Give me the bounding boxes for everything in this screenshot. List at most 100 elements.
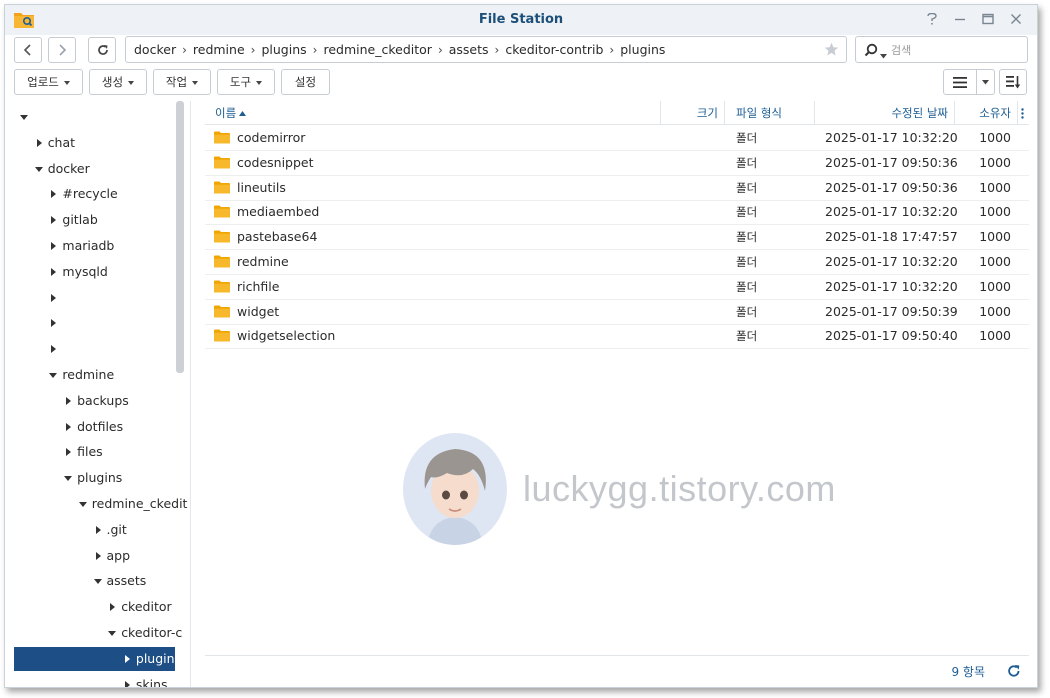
tree-item[interactable]: skins	[5, 673, 175, 688]
file-modified: 2025-01-17 10:32:20	[825, 130, 958, 145]
collapse-chevron-right-icon[interactable]	[122, 673, 132, 687]
column-options-icon[interactable]	[1018, 101, 1029, 125]
tree-item[interactable]: #recycle	[5, 182, 175, 206]
table-row[interactable]: richfile 폴더 2025-01-17 10:32:20 1000	[205, 275, 1029, 300]
file-station-window: File Station docker › redmine › plugins › r…	[4, 4, 1038, 688]
breadcrumb-item[interactable]: redmine_ckeditor	[323, 42, 431, 57]
refresh-icon[interactable]	[1007, 664, 1021, 681]
tree-item[interactable]	[5, 311, 175, 335]
expand-chevron-down-icon[interactable]	[48, 363, 58, 387]
tree-item[interactable]: mysqld	[5, 260, 175, 284]
column-header-owner[interactable]: 소유자	[955, 101, 1018, 125]
tree-item[interactable]: plugins	[14, 646, 181, 671]
breadcrumb[interactable]: docker › redmine › plugins › redmine_ckedit…	[125, 36, 847, 63]
list-view-icon[interactable]	[953, 77, 967, 88]
tree-item[interactable]: gitlab	[5, 208, 175, 232]
collapse-chevron-right-icon[interactable]	[122, 647, 132, 671]
column-header-size[interactable]: 크기	[661, 101, 725, 125]
table-row[interactable]: redmine 폴더 2025-01-17 10:32:20 1000	[205, 250, 1029, 275]
tree-item[interactable]: mariadb	[5, 234, 175, 258]
breadcrumb-item[interactable]: plugins	[620, 42, 665, 57]
expand-chevron-down-icon[interactable]	[34, 157, 44, 181]
maximize-icon[interactable]	[977, 9, 999, 29]
create-button[interactable]: 생성	[89, 69, 147, 95]
breadcrumb-item[interactable]: plugins	[261, 42, 306, 57]
tree-item[interactable]: app	[5, 544, 175, 568]
column-header-type[interactable]: 파일 형식	[725, 101, 815, 125]
collapse-chevron-right-icon[interactable]	[107, 595, 117, 619]
tree-item[interactable]: chat	[5, 131, 175, 155]
collapse-chevron-right-icon[interactable]	[48, 337, 58, 361]
upload-button[interactable]: 업로드	[14, 69, 83, 95]
help-icon[interactable]	[921, 9, 943, 29]
back-button[interactable]	[14, 37, 42, 63]
tree-item[interactable]	[5, 105, 175, 129]
breadcrumb-item[interactable]: ckeditor-contrib	[505, 42, 603, 57]
sort-button[interactable]	[999, 69, 1027, 95]
tree-item[interactable]: plugins	[5, 466, 175, 490]
collapse-chevron-right-icon[interactable]	[93, 518, 103, 542]
table-row[interactable]: mediaembed 폴더 2025-01-17 10:32:20 1000	[205, 200, 1029, 226]
collapse-chevron-right-icon[interactable]	[63, 415, 73, 439]
settings-button-label: 설정	[294, 75, 317, 89]
minimize-icon[interactable]	[949, 9, 971, 29]
collapse-chevron-right-icon[interactable]	[48, 286, 58, 310]
tree-scrollbar[interactable]	[176, 101, 184, 373]
action-button[interactable]: 작업	[153, 69, 211, 95]
tools-button[interactable]: 도구	[217, 69, 275, 95]
collapse-chevron-right-icon[interactable]	[63, 389, 73, 413]
tree-item[interactable]: ckeditor	[5, 595, 175, 619]
table-row[interactable]: widget 폴더 2025-01-17 09:50:39 1000	[205, 300, 1029, 325]
tree-item[interactable]: redmine_ckedit	[5, 492, 187, 516]
collapse-chevron-right-icon[interactable]	[34, 131, 44, 155]
collapse-chevron-right-icon[interactable]	[48, 234, 58, 258]
breadcrumb-item[interactable]: docker	[134, 42, 176, 57]
close-icon[interactable]	[1005, 9, 1027, 29]
expand-chevron-down-icon[interactable]	[78, 492, 88, 516]
breadcrumb-item[interactable]: redmine	[193, 42, 245, 57]
table-row[interactable]: lineutils 폴더 2025-01-17 09:50:36 1000	[205, 176, 1029, 201]
tree-item[interactable]: ckeditor-c	[5, 621, 182, 645]
search-box[interactable]	[855, 36, 1028, 63]
refresh-button[interactable]	[88, 37, 116, 63]
breadcrumb-item[interactable]: assets	[449, 42, 489, 57]
tree-item[interactable]: docker	[5, 157, 175, 181]
expand-chevron-down-icon[interactable]	[93, 569, 103, 593]
tree-item[interactable]	[5, 286, 175, 310]
table-row[interactable]: codemirror 폴더 2025-01-17 10:32:20 1000	[205, 126, 1029, 151]
tree-item[interactable]: dotfiles	[5, 415, 175, 439]
column-header-modified[interactable]: 수정된 날짜	[815, 101, 955, 125]
tree-item[interactable]: redmine	[5, 363, 175, 387]
table-row[interactable]: pastebase64 폴더 2025-01-18 17:47:57 1000	[205, 225, 1029, 251]
tree-item-label: .git	[106, 521, 127, 537]
file-modified: 2025-01-17 09:50:40	[825, 328, 958, 344]
view-mode-toggle[interactable]	[943, 69, 995, 95]
tree-item[interactable]: backups	[5, 389, 175, 413]
expand-chevron-down-icon[interactable]	[63, 466, 73, 490]
tree-item-label: skins	[135, 676, 168, 688]
expand-chevron-down-icon[interactable]	[107, 621, 117, 645]
collapse-chevron-right-icon[interactable]	[48, 260, 58, 284]
expand-chevron-down-icon[interactable]	[19, 105, 29, 129]
collapse-chevron-right-icon[interactable]	[93, 544, 103, 568]
collapse-chevron-right-icon[interactable]	[48, 208, 58, 232]
chevron-down-icon[interactable]	[982, 80, 989, 85]
search-input[interactable]	[891, 40, 1021, 60]
collapse-chevron-right-icon[interactable]	[63, 440, 73, 464]
table-row[interactable]: widgetselection 폴더 2025-01-17 09:50:40 1000	[205, 324, 1029, 350]
forward-button[interactable]	[48, 37, 76, 63]
tree-item[interactable]: files	[5, 440, 175, 464]
table-row[interactable]: codesnippet 폴더 2025-01-17 09:50:36 1000	[205, 151, 1029, 176]
search-options-chevron-down-icon[interactable]	[880, 48, 887, 62]
favorite-star-icon[interactable]	[824, 42, 839, 60]
column-header-name[interactable]: 이름	[205, 101, 661, 125]
tree-item[interactable]: assets	[5, 569, 175, 593]
tree-item[interactable]	[5, 337, 175, 361]
folder-icon	[214, 280, 230, 296]
search-icon[interactable]	[864, 43, 878, 60]
settings-button[interactable]: 설정	[281, 69, 330, 95]
tree-item[interactable]: .git	[5, 518, 175, 542]
collapse-chevron-right-icon[interactable]	[48, 182, 58, 206]
breadcrumb-separator-icon: ›	[182, 42, 187, 57]
collapse-chevron-right-icon[interactable]	[48, 311, 58, 335]
